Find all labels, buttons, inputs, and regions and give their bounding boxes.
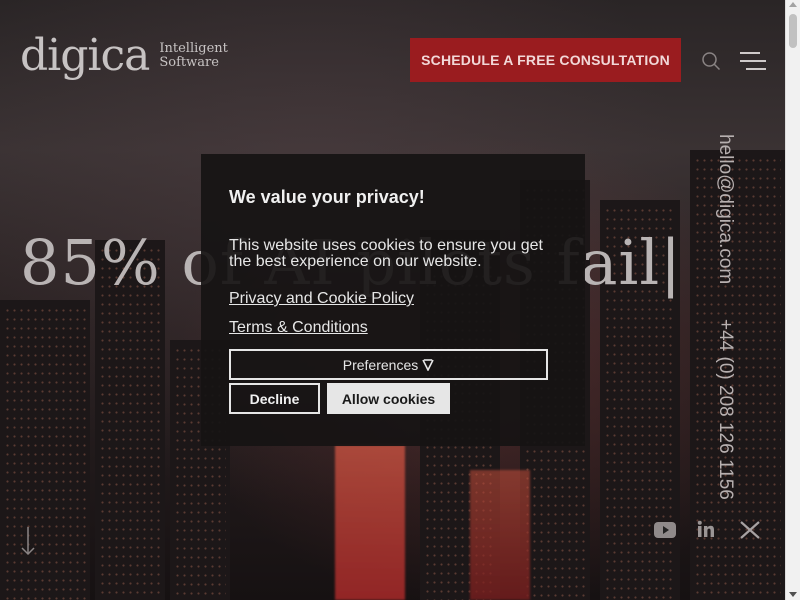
scrollbar[interactable] [785,0,800,600]
menu-line [740,60,766,62]
preferences-label: Preferences [342,356,419,373]
privacy-policy-link[interactable]: Privacy and Cookie Policy [229,290,414,308]
logo-tagline-line1: Intelligent [159,41,228,56]
scroll-up-arrow-icon[interactable] [789,2,797,7]
logo-wordmark: digica [20,30,150,81]
background-road-lights [335,445,405,600]
scrollbar-thumb[interactable] [789,14,797,48]
allow-cookies-button[interactable]: Allow cookies [327,383,450,414]
contact-email[interactable]: hello@digica.com [714,134,736,284]
logo-tagline-line2: Software [159,55,219,70]
preferences-button[interactable]: Preferences [229,349,548,380]
linkedin-icon[interactable] [697,520,715,538]
cookie-title: We value your privacy! [229,187,425,207]
x-icon[interactable] [740,520,760,540]
decline-button[interactable]: Decline [229,383,320,414]
hamburger-menu-icon[interactable] [740,52,766,70]
scroll-down-arrow-icon[interactable] [789,592,797,597]
contact-phone[interactable]: +44 (0) 208 126 1156 [714,319,736,500]
search-icon[interactable] [701,51,721,71]
terms-link[interactable]: Terms & Conditions [229,319,368,337]
menu-line [740,52,760,54]
chevron-down-icon [422,358,434,371]
logo[interactable]: digica Intelligent Software [20,34,228,78]
youtube-icon[interactable] [653,520,677,540]
background-road-lights [470,470,530,600]
logo-tagline: Intelligent Software [159,42,228,70]
schedule-consultation-button[interactable]: SCHEDULE A FREE CONSULTATION [410,38,681,82]
cookie-body-text: This website uses cookies to ensure you … [229,237,543,270]
vertical-contact: hello@digica.com +44 (0) 208 126 1156 [712,134,738,504]
cookie-consent-modal: We value your privacy! This website uses… [201,154,585,446]
arrow-down-icon[interactable] [18,526,38,556]
background-building [0,300,90,600]
menu-line [746,68,766,70]
